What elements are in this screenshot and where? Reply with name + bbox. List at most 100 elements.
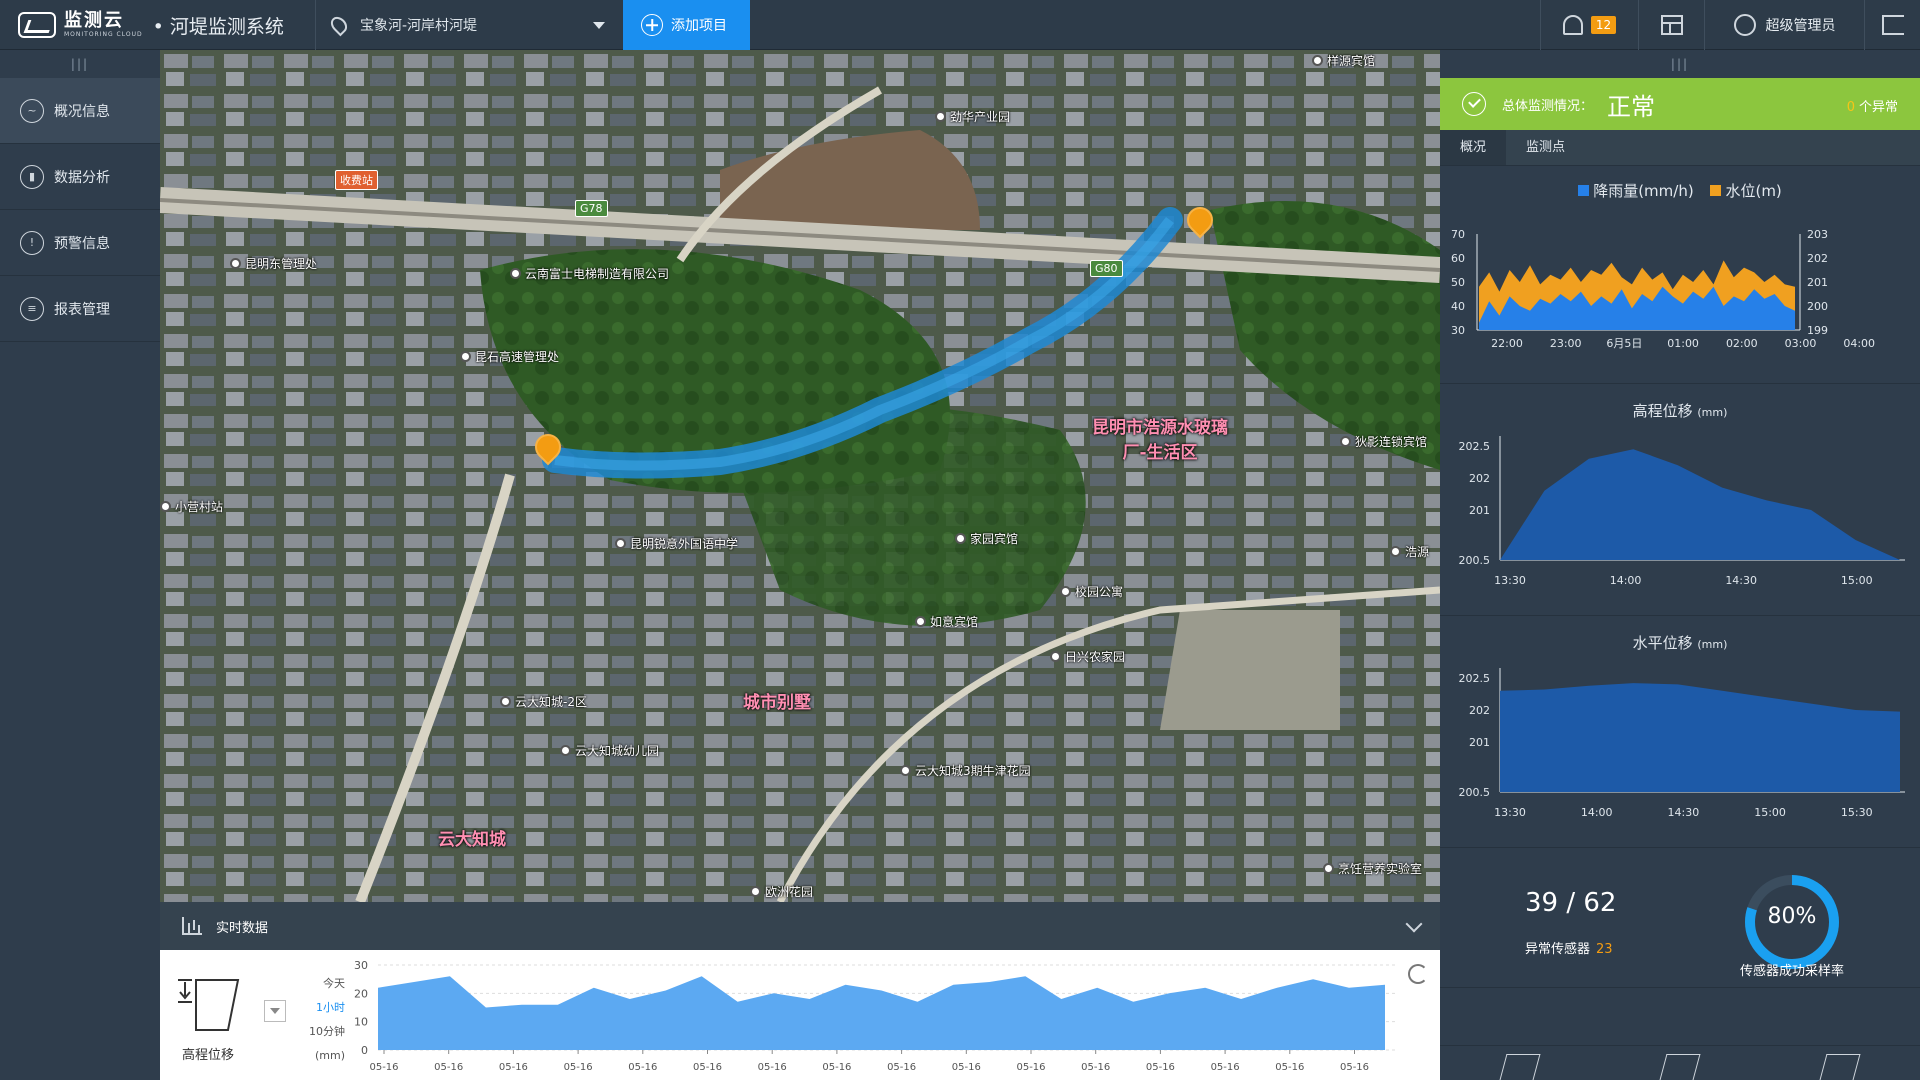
range-today[interactable]: 今天 (295, 972, 345, 996)
x-tick-label: 14:00 (1610, 574, 1642, 587)
sidebar-item-analysis[interactable]: ▮ 数据分析 (0, 144, 160, 210)
map-poi[interactable]: 云大知城3期牛津花园 (900, 762, 1031, 779)
report-icon: ≡ (20, 296, 44, 321)
abnormal-sensors[interactable]: 异常传感器 23 (1525, 938, 1613, 957)
map-poi[interactable]: 昆明东管理处 (230, 255, 317, 272)
map-poi[interactable]: 昆石高速管理处 (460, 348, 559, 365)
logout-icon (1881, 15, 1904, 35)
x-tick-label: 05-16 (887, 1062, 916, 1073)
user-menu[interactable]: 超级管理员 (1704, 0, 1864, 50)
collapse-icon[interactable] (1405, 915, 1423, 933)
road-label: G80 (1090, 260, 1123, 277)
logo-icon (18, 12, 56, 38)
x-tick-label: 6月5日 (1606, 337, 1642, 350)
logo-subtext: MONITORING CLOUD (64, 31, 143, 38)
top-bar: 监测云 MONITORING CLOUD • 河堤监测系统 宝象河-河岸村河堤 … (0, 0, 1920, 50)
sidebar-item-label: 概况信息 (54, 103, 110, 120)
user-icon (1733, 14, 1756, 36)
x-tick-label: 05-16 (564, 1062, 593, 1073)
map-poi[interactable]: 日兴农家园 (1050, 648, 1125, 665)
layout-button[interactable] (1638, 0, 1704, 50)
map-poi[interactable]: 样源宾馆 (1312, 52, 1375, 69)
map-poi[interactable]: 云南富士电梯制造有限公司 (510, 265, 669, 282)
status-label: 总体监测情况： (1502, 98, 1594, 114)
y2-tick-label: 203 (1807, 228, 1828, 241)
logo[interactable]: 监测云 MONITORING CLOUD • 河堤监测系统 (18, 10, 284, 40)
elevation-displacement-icon[interactable] (174, 974, 244, 1034)
elevation-sensor-icon[interactable] (1499, 1054, 1541, 1080)
y2-tick-label: 202 (1807, 252, 1828, 265)
realtime-title: 实时数据 (216, 920, 269, 936)
map-poi[interactable]: 烹饪营养实验室 (1323, 860, 1422, 877)
range-1h[interactable]: 1小时 (295, 996, 345, 1020)
sensor-type-bar (1440, 1045, 1920, 1080)
add-project-button[interactable]: 添加项目 (623, 0, 750, 50)
x-tick-label: 22:00 (1491, 337, 1523, 350)
y-tick-label: 70 (1451, 228, 1465, 241)
x-tick-label: 01:00 (1667, 337, 1699, 350)
sensor-dropdown[interactable] (264, 1000, 286, 1022)
y-tick-label: 202.5 (1459, 672, 1491, 685)
x-tick-label: 05-16 (952, 1062, 981, 1073)
y-tick-label: 202.5 (1459, 440, 1491, 453)
satellite-map[interactable]: G78 G80 收费站 昆明东管理处 云南富士电梯制造有限公司 昆石高速管理处 … (160, 50, 1440, 902)
x-tick-label: 15:00 (1841, 574, 1873, 587)
y2-tick-label: 201 (1807, 276, 1828, 289)
sampling-rate-value: 80% (1767, 904, 1817, 929)
y-tick-label: 0 (361, 1044, 368, 1057)
realtime-panel: 高程位移 今天 1小时 10分钟 (mm) 30 20 10 0 05-16 05-16 0… (160, 950, 1440, 1080)
x-tick-label: 02:00 (1726, 337, 1758, 350)
refresh-icon[interactable] (1408, 964, 1428, 984)
panel-tabs: 概况 监测点 (1440, 130, 1920, 166)
map-poi[interactable]: 小营村站 (160, 498, 223, 515)
x-tick-label: 14:30 (1668, 806, 1700, 819)
map-poi[interactable]: 昆明锐意外国语中学 (615, 535, 738, 552)
map-poi[interactable]: 欧洲花园 (750, 883, 813, 900)
horizontal-sensor-icon[interactable] (1659, 1054, 1701, 1080)
sensor-count: 39 / 62 (1525, 888, 1617, 918)
abnormal-summary[interactable]: 0 个异常 (1847, 96, 1898, 115)
y-tick-label: 202 (1469, 704, 1490, 717)
map-poi[interactable]: 家园宾馆 (955, 530, 1018, 547)
legend-level[interactable]: 水位(m) (1710, 180, 1782, 201)
realtime-area (378, 976, 1385, 1050)
x-tick-label: 13:30 (1494, 574, 1526, 587)
map-poi[interactable]: 校园公寓 (1060, 583, 1123, 600)
range-10min[interactable]: 10分钟 (295, 1020, 345, 1044)
x-tick-label: 05-16 (758, 1062, 787, 1073)
sidebar-item-overview[interactable]: ~ 概况信息 (0, 78, 160, 144)
map-poi[interactable]: 如意宾馆 (915, 613, 978, 630)
y-tick-label: 10 (354, 1016, 368, 1029)
map-poi[interactable]: 劲华产业园 (935, 108, 1010, 125)
map-poi[interactable]: 狄影连锁宾馆 (1340, 433, 1427, 450)
sidebar-item-report[interactable]: ≡ 报表管理 (0, 276, 160, 342)
warning-icon: ! (20, 230, 44, 255)
notification-button[interactable]: 12 (1540, 0, 1638, 50)
x-tick-label: 05-16 (628, 1062, 657, 1073)
sampling-rate-label: 传感器成功采样率 (1739, 964, 1844, 979)
tilt-sensor-icon[interactable] (1819, 1054, 1861, 1080)
logout-button[interactable] (1864, 0, 1920, 50)
tab-overview[interactable]: 概况 (1440, 130, 1507, 165)
x-tick-label: 05-16 (434, 1062, 463, 1073)
x-tick-label: 05-16 (1211, 1062, 1240, 1073)
logo-text: 监测云 (64, 10, 124, 31)
sidebar-item-label: 报表管理 (54, 301, 110, 318)
plus-icon (641, 14, 663, 36)
sidebar-collapse-handle[interactable]: ||| (0, 50, 160, 78)
project-selector[interactable]: 宝象河-河岸村河堤 (315, 0, 623, 50)
map-poi[interactable]: 云大知城-2区 (500, 693, 587, 710)
x-tick-label: 05-16 (693, 1062, 722, 1073)
y2-tick-label: 200 (1807, 300, 1828, 313)
tab-monitor-points[interactable]: 监测点 (1506, 130, 1585, 165)
y2-tick-label: 199 (1807, 324, 1828, 337)
system-title: • 河堤监测系统 (152, 15, 284, 38)
legend-rain[interactable]: 降雨量(mm/h) (1578, 180, 1694, 201)
panel-collapse-handle[interactable]: ||| (1440, 50, 1920, 78)
elevation-chart-box: 高程位移 (mm) 202.5 202 201 200.5 13:30 14:00 14:3… (1440, 384, 1920, 616)
sidebar-item-warning[interactable]: ! 预警信息 (0, 210, 160, 276)
x-tick-label: 15:30 (1841, 806, 1873, 819)
time-range: 今天 1小时 10分钟 (mm) (295, 972, 345, 1068)
map-poi[interactable]: 浩源 (1390, 543, 1429, 560)
map-poi[interactable]: 云大知城幼儿园 (560, 742, 659, 759)
